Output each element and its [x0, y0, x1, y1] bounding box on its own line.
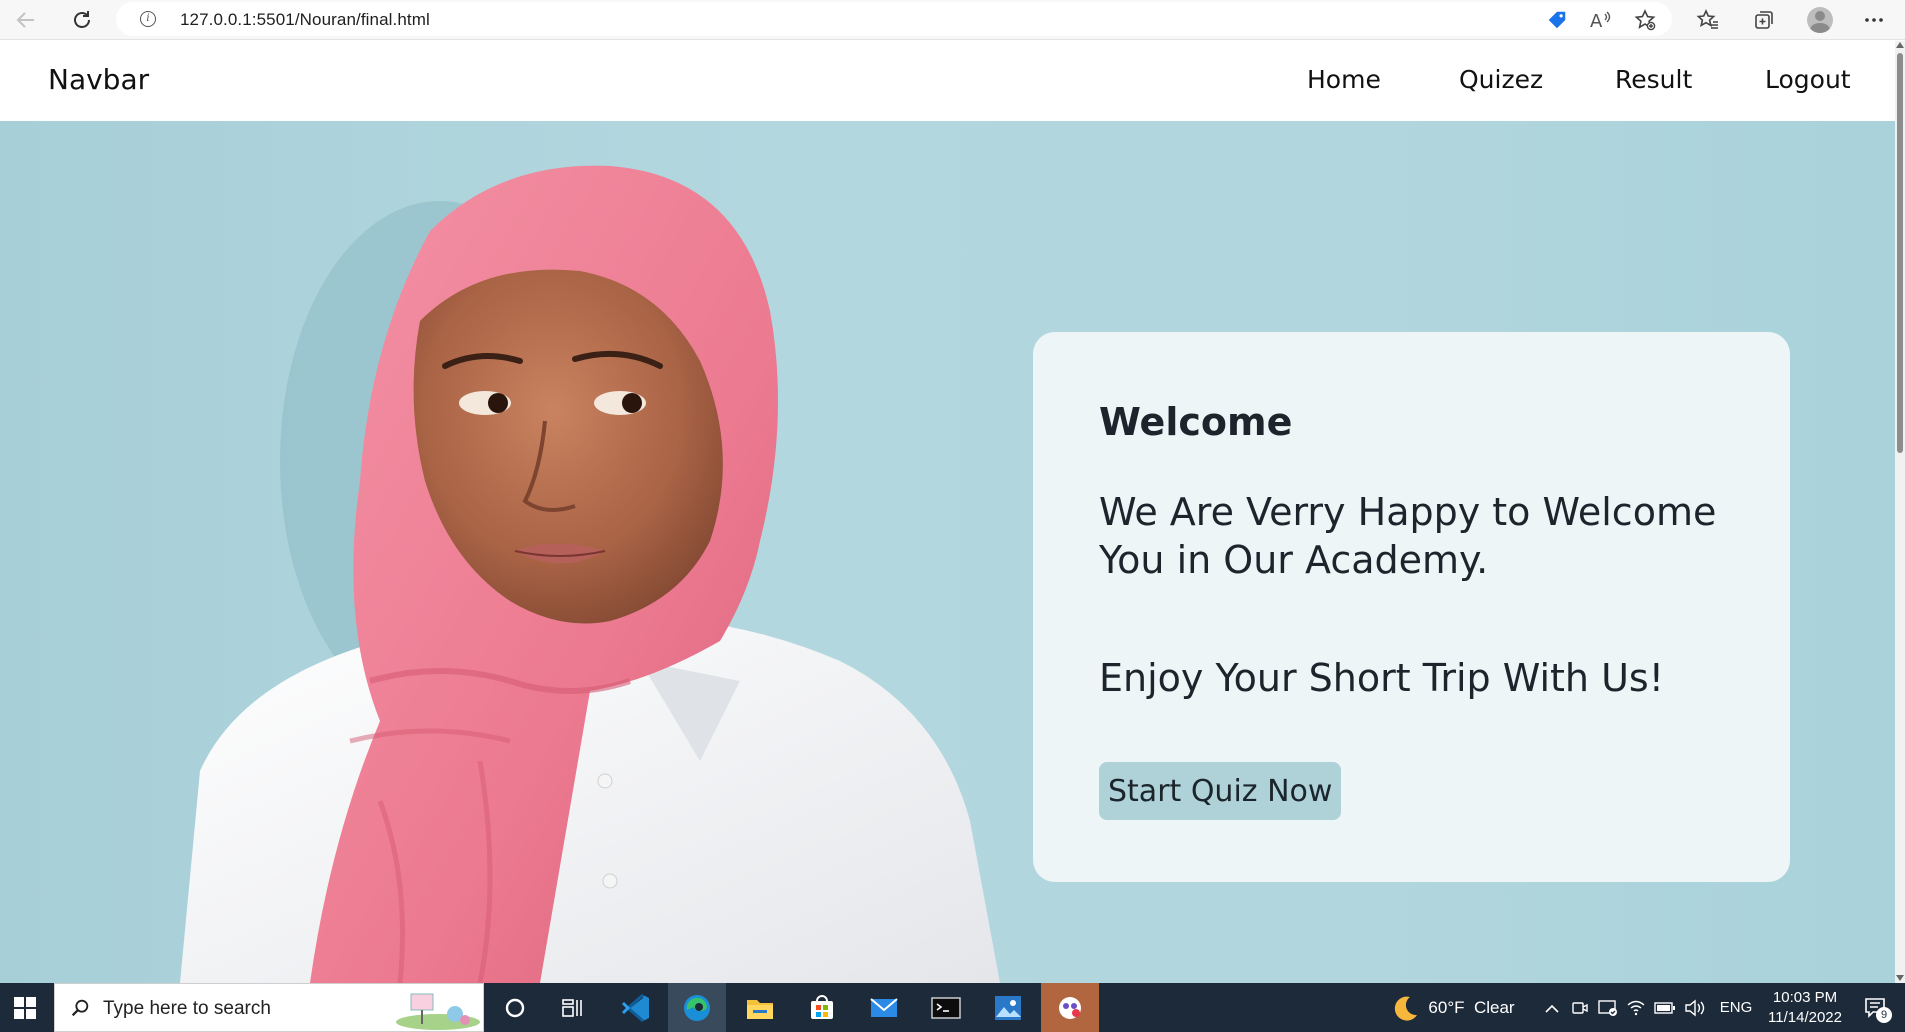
language-text: ENG: [1719, 999, 1753, 1016]
scroll-up-arrow-icon[interactable]: [1896, 42, 1904, 48]
nav-link-result[interactable]: Result: [1615, 65, 1692, 94]
notification-center-button[interactable]: 9: [1856, 983, 1896, 1032]
tray-language[interactable]: ENG: [1714, 983, 1758, 1032]
nav-link-home[interactable]: Home: [1307, 65, 1381, 94]
folder-icon: [747, 999, 773, 1019]
collections-button[interactable]: [1746, 2, 1782, 38]
tray-security[interactable]: [1596, 983, 1620, 1032]
taskbar-terminal[interactable]: [917, 983, 975, 1032]
taskbar-edge[interactable]: [668, 983, 726, 1032]
info-icon[interactable]: i: [140, 11, 156, 27]
url-text[interactable]: 127.0.0.1:5501/Nouran/final.html: [180, 10, 430, 30]
back-button[interactable]: [8, 2, 44, 38]
favorites-star-icon: [1696, 9, 1718, 29]
welcome-tagline: Enjoy Your Short Trip With Us!: [1099, 656, 1664, 700]
battery-icon: [1654, 1001, 1675, 1014]
refresh-icon: [74, 11, 90, 28]
address-bar[interactable]: i 127.0.0.1:5501/Nouran/final.html A: [116, 2, 1672, 36]
security-monitor-icon: [1598, 999, 1617, 1016]
browser-toolbar: i 127.0.0.1:5501/Nouran/final.html A: [0, 0, 1905, 40]
site-navbar: Navbar Home Quizez Result Logout: [0, 41, 1895, 121]
taskbar-mail[interactable]: [855, 983, 913, 1032]
chevron-up-icon: [1545, 1004, 1559, 1013]
tray-volume[interactable]: [1682, 983, 1708, 1032]
cortana-circle-icon: [505, 998, 525, 1017]
windows-logo-icon: [14, 996, 36, 1019]
taskbar-cortana[interactable]: [486, 983, 544, 1032]
search-icon: [71, 999, 89, 1017]
more-menu-button[interactable]: [1856, 2, 1892, 38]
tray-network[interactable]: [1624, 983, 1648, 1032]
edge-browser-icon: [684, 994, 710, 1021]
taskbar-vscode[interactable]: [607, 983, 665, 1032]
vscode-icon: [621, 993, 649, 1022]
start-button[interactable]: [0, 983, 50, 1032]
taskbar-store[interactable]: [793, 983, 851, 1032]
welcome-card: Welcome We Are Verry Happy to Welcome Yo…: [1033, 332, 1790, 882]
nav-link-logout[interactable]: Logout: [1765, 65, 1851, 94]
speaker-icon: [1685, 999, 1705, 1016]
store-bag-icon: [811, 994, 833, 1019]
hero-section: Welcome We Are Verry Happy to Welcome Yo…: [0, 121, 1895, 983]
search-placeholder: Type here to search: [103, 998, 271, 1019]
add-favorite-icon[interactable]: [1632, 7, 1658, 33]
welcome-message-line1: We Are Verry Happy to Welcome: [1099, 490, 1717, 534]
scroll-down-arrow-icon[interactable]: [1896, 975, 1904, 981]
notification-count-badge: 9: [1876, 1007, 1892, 1023]
navbar-brand[interactable]: Navbar: [48, 63, 149, 96]
refresh-button[interactable]: [64, 2, 100, 38]
page-scrollbar[interactable]: [1895, 41, 1905, 983]
hero-portrait-image: [180, 165, 1000, 983]
favorites-button[interactable]: [1690, 2, 1726, 38]
camera-icon: [1572, 1001, 1588, 1014]
search-highlight-illustration-icon: [396, 993, 480, 1030]
ellipsis-icon: [1865, 18, 1883, 22]
svg-text:A: A: [1590, 11, 1603, 31]
tray-clock[interactable]: 10:03 PM 11/14/2022: [1762, 983, 1848, 1032]
clock-time: 10:03 PM: [1772, 988, 1838, 1006]
welcome-title: Welcome: [1099, 400, 1293, 444]
welcome-message-line2: You in Our Academy.: [1099, 538, 1489, 582]
weather-text: 60°F Clear: [1428, 997, 1515, 1017]
clock-date: 11/14/2022: [1768, 1008, 1842, 1026]
task-view-icon: [562, 998, 582, 1017]
taskbar-screen-recorder[interactable]: [1041, 983, 1099, 1032]
weather-widget[interactable]: 60°F Clear: [1385, 983, 1520, 1032]
profile-button[interactable]: [1802, 2, 1838, 38]
tray-meet-now[interactable]: [1568, 983, 1592, 1032]
arrow-left-icon: [16, 12, 34, 28]
show-hidden-icons-button[interactable]: [1540, 983, 1564, 1032]
taskbar-search-box[interactable]: Type here to search: [54, 983, 484, 1032]
shopping-tag-icon[interactable]: [1544, 7, 1570, 33]
windows-taskbar: Type here to search 60°F Clear ENG 10:03…: [0, 983, 1905, 1032]
avatar: [1807, 7, 1833, 33]
wifi-icon: [1627, 1000, 1645, 1015]
page-viewport: Navbar Home Quizez Result Logout Welcome…: [0, 41, 1895, 983]
taskbar-task-view[interactable]: [544, 983, 602, 1032]
mail-envelope-icon: [870, 997, 898, 1017]
taskbar-file-explorer[interactable]: [731, 983, 789, 1032]
photos-icon: [995, 995, 1021, 1020]
terminal-icon: [931, 996, 961, 1019]
tray-battery[interactable]: [1652, 983, 1678, 1032]
recorder-icon: [1059, 996, 1081, 1019]
collections-icon: [1755, 11, 1773, 29]
scrollbar-thumb[interactable]: [1897, 53, 1903, 453]
read-aloud-icon[interactable]: A: [1588, 7, 1614, 33]
nav-link-quizez[interactable]: Quizez: [1459, 65, 1543, 94]
taskbar-photos[interactable]: [979, 983, 1037, 1032]
start-quiz-button[interactable]: Start Quiz Now: [1099, 762, 1342, 820]
moon-icon: [1395, 996, 1418, 1021]
